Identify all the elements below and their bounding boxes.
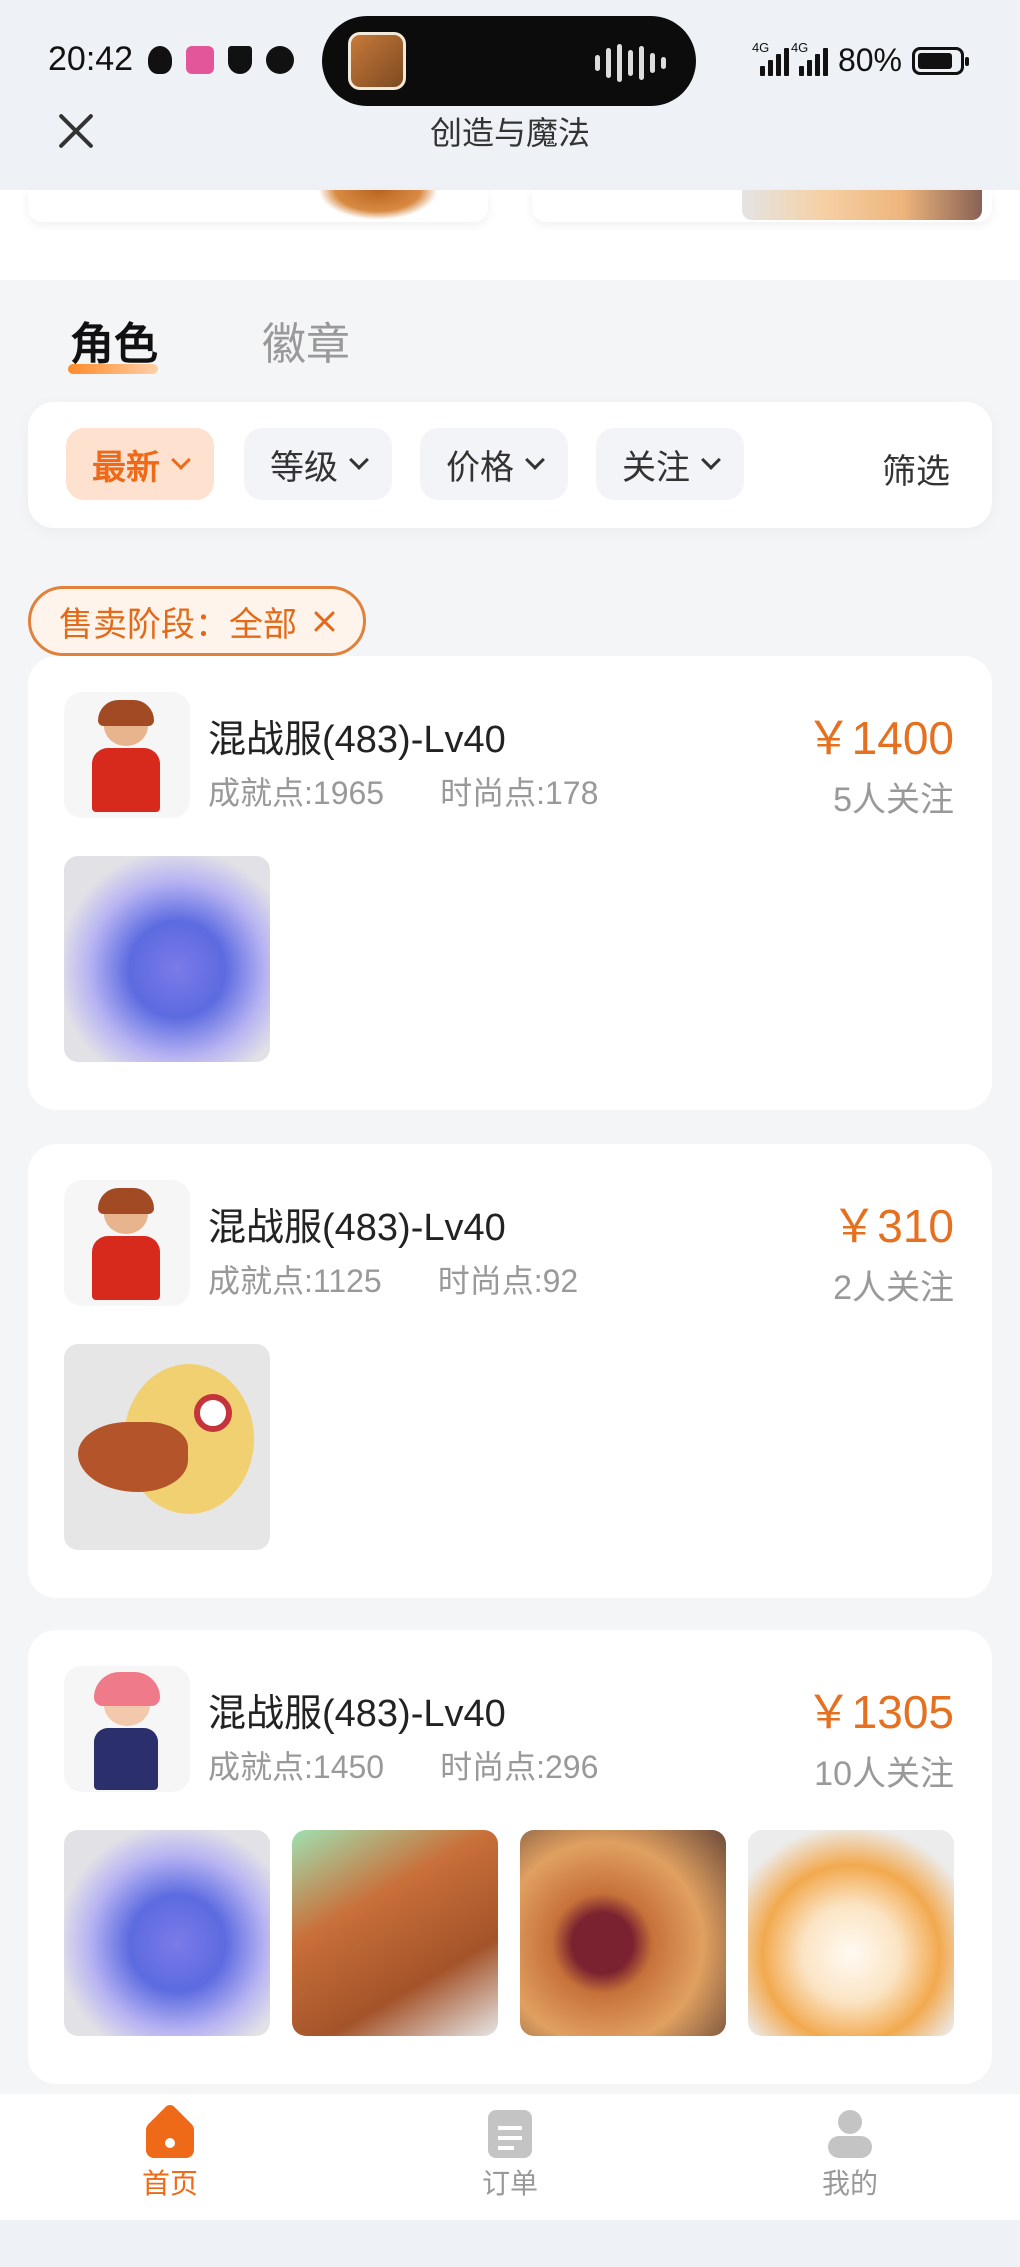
fashion-points: 时尚点:296 [440,1749,599,1785]
pet-thumbnails [64,1830,954,2036]
listing-meta: 成就点:1125 时尚点:92 [208,1256,578,1302]
pet-thumbnail-bird[interactable] [64,1344,270,1550]
listing-title: 混战服(483)-Lv40 [208,1207,506,1249]
chip-label: 等级 [270,448,338,487]
battery-icon [912,46,969,75]
achievement-points: 成就点:1450 [208,1749,385,1785]
fashion-points: 时尚点:178 [440,775,599,811]
sort-follow-chip[interactable]: 关注 [596,428,744,500]
listing-meta: 成就点:1450 时尚点:296 [208,1742,598,1788]
fashion-points: 时尚点:92 [437,1263,579,1299]
achievement-points: 成就点:1125 [208,1263,382,1299]
listing-card[interactable]: 混战服(483)-Lv40 成就点:1965 时尚点:178 ￥1400 5人关… [28,656,992,1110]
chevron-down-icon [525,450,545,470]
nav-label: 首页 [141,2168,198,2199]
previous-card-right[interactable] [532,190,992,222]
avatar [64,692,190,818]
chat-bubble-icon [266,46,294,74]
follower-count: 2人关注 [833,1269,954,1307]
nav-order[interactable]: 订单 [410,2110,610,2202]
chip-label: 关注 [622,448,690,487]
pet-thumbnail-dragon[interactable] [64,1830,270,2036]
listing-card[interactable]: 混战服(483)-Lv40 成就点:1450 时尚点:296 ￥1305 10人… [28,1630,992,2084]
tab-active-indicator [68,364,158,374]
avatar [64,1666,190,1792]
home-icon [144,2102,196,2158]
filter-button[interactable]: 筛选 [882,444,950,493]
sale-stage-tag[interactable]: 售卖阶段：全部 [28,586,366,656]
system-nav-bar [0,2220,1020,2267]
listing-title: 混战服(483)-Lv40 [208,1693,506,1735]
listing-price: ￥1305 [805,1686,954,1738]
previous-card-left[interactable] [28,190,488,222]
sort-level-chip[interactable]: 等级 [244,428,392,500]
listing-price: ￥310 [831,1200,954,1252]
chevron-down-icon [171,450,191,470]
status-time: 20:42 [48,40,134,78]
pet-thumbnail-beast[interactable] [520,1830,726,2036]
chevron-down-icon [349,450,369,470]
status-right: 4G 4G 80% [752,40,969,79]
app-badge-icon [186,46,214,74]
nav-home[interactable]: 首页 [70,2102,270,2202]
sort-latest-chip[interactable]: 最新 [66,428,214,500]
nav-label: 订单 [481,2168,538,2199]
listing-title: 混战服(483)-Lv40 [208,719,506,761]
follower-count: 5人关注 [833,781,954,819]
profile-icon [826,2110,874,2158]
chevron-down-icon [701,450,721,470]
listing-meta: 成就点:1965 时尚点:178 [208,768,598,814]
audio-wave-icon [595,44,666,82]
achievement-points: 成就点:1965 [208,775,385,811]
battery-percent: 80% [837,42,902,78]
nav-label: 我的 [821,2168,878,2199]
page-title: 创造与魔法 [429,115,590,151]
previous-card-image [318,190,438,220]
follower-count: 10人关注 [814,1755,954,1793]
pet-thumbnails [64,1344,270,1550]
tab-badge[interactable]: 徽章 [262,308,350,372]
close-icon[interactable] [311,608,337,634]
sort-price-chip[interactable]: 价格 [420,428,568,500]
avatar [64,1180,190,1306]
listing-price: ￥1400 [805,712,954,764]
previous-card-image [742,190,982,220]
tab-role[interactable]: 角色 [70,308,158,372]
order-icon [488,2110,532,2158]
signal-icon-2: 4G [791,40,828,76]
pet-thumbnail-dragon[interactable] [64,856,270,1062]
listing-card[interactable]: 混战服(483)-Lv40 成就点:1125 时尚点:92 ￥310 2人关注 [28,1144,992,1598]
dynamic-island [322,16,696,106]
media-thumbnail [348,32,406,90]
qq-icon [148,46,172,74]
chip-label: 价格 [446,448,514,487]
pet-thumbnails [64,856,270,1062]
pet-thumbnail-fox[interactable] [748,1830,954,2036]
notification-icons [148,46,294,74]
shield-icon [228,46,252,74]
sale-stage-label: 售卖阶段：全部 [59,605,297,644]
signal-icon: 4G [752,40,789,76]
pet-thumbnail-horse[interactable] [292,1830,498,2036]
chip-label: 最新 [92,448,160,487]
nav-mine[interactable]: 我的 [750,2110,950,2202]
